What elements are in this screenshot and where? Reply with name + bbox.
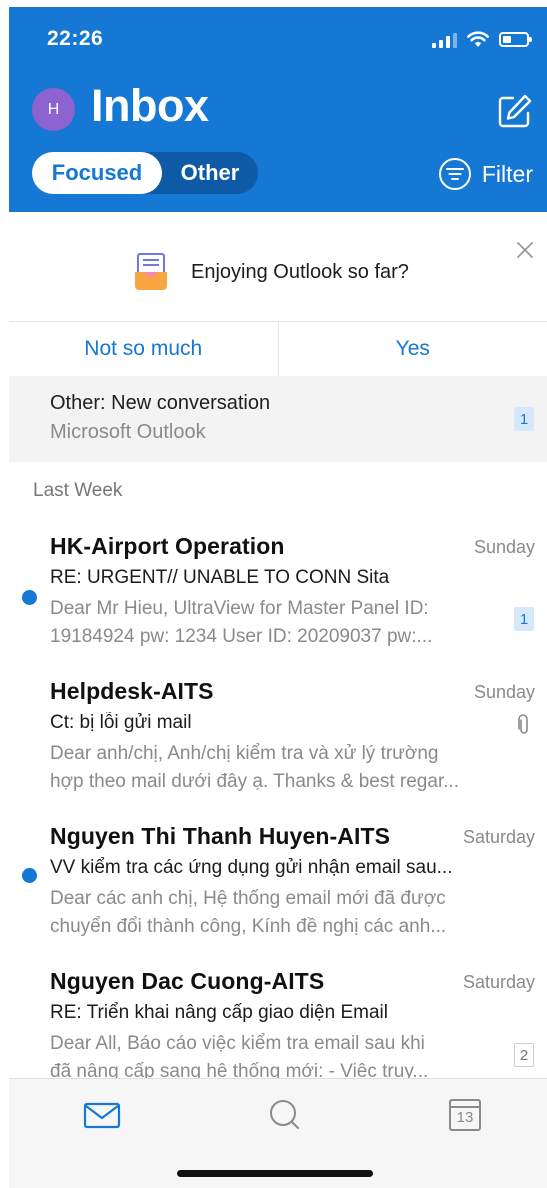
message-row[interactable]: Nguyen Thi Thanh Huyen-AITS Saturday VV … (9, 809, 547, 954)
other-conversation-title: Other: New conversation (50, 392, 271, 414)
wifi-icon (467, 31, 489, 47)
tab-focused[interactable]: Focused (32, 152, 162, 194)
close-icon[interactable] (515, 240, 535, 260)
message-subject: Ct: bị lỗi gửi mail (50, 712, 192, 733)
status-time: 22:26 (47, 27, 104, 50)
home-indicator[interactable] (177, 1170, 373, 1177)
message-sender: Helpdesk-AITS (50, 678, 214, 704)
page-title: Inbox (91, 80, 209, 131)
unread-count-badge: 1 (514, 407, 534, 431)
message-preview-line: Dear All, Báo cáo việc kiểm tra email sa… (50, 1033, 425, 1054)
message-preview-line: chuyển đổi thành công, Kính đề nghị các … (50, 916, 447, 937)
message-sender: HK-Airport Operation (50, 533, 285, 559)
calendar-icon[interactable]: 13 (447, 1097, 483, 1133)
feedback-card: Enjoying Outlook so far? Not so much Yes (9, 212, 547, 376)
filter-button[interactable]: Filter (438, 157, 533, 191)
message-preview: Dear các anh chị, Hệ thống email mới đã … (50, 885, 505, 941)
not-so-much-button[interactable]: Not so much (9, 322, 278, 376)
feedback-prompt: Enjoying Outlook so far? (133, 252, 409, 292)
message-preview-line: hợp theo mail dưới đây ạ. Thanks & best … (50, 771, 460, 792)
mail-icon[interactable] (82, 1097, 122, 1133)
other-conversation-sender: Microsoft Outlook (50, 421, 206, 443)
inbox-header: 22:26 H Inbox Focused Other Filter (9, 7, 547, 212)
message-date: Sunday (473, 682, 535, 702)
message-sender: Nguyen Thi Thanh Huyen-AITS (50, 823, 391, 849)
tab-other[interactable]: Other (162, 152, 258, 194)
message-date: Saturday (462, 972, 535, 992)
message-sender: Nguyen Dac Cuong-AITS (50, 968, 325, 994)
thread-count-badge: 1 (514, 607, 534, 631)
compose-icon[interactable] (497, 93, 533, 129)
calendar-day: 13 (456, 1109, 474, 1126)
unread-indicator (22, 590, 37, 605)
message-subject: RE: Triển khai nâng cấp giao diện Email (50, 1002, 388, 1023)
message-preview: Dear anh/chị, Anh/chị kiểm tra và xử lý … (50, 740, 505, 796)
yes-button[interactable]: Yes (277, 322, 547, 376)
inbox-tray-icon (135, 253, 167, 290)
message-preview: Dear Mr Hieu, UltraView for Master Panel… (50, 595, 505, 651)
message-date: Sunday (473, 537, 535, 557)
feedback-buttons: Not so much Yes (9, 321, 547, 376)
feedback-question: Enjoying Outlook so far? (191, 260, 409, 283)
battery-icon (499, 32, 532, 47)
search-icon[interactable] (265, 1097, 305, 1133)
inbox-segmented-control: Focused Other (32, 152, 258, 194)
message-subject: VV kiểm tra các ứng dụng gửi nhận email … (50, 857, 453, 878)
status-icons (432, 31, 532, 48)
unread-indicator (22, 868, 37, 883)
message-preview-line: Dear anh/chị, Anh/chị kiểm tra và xử lý … (50, 743, 439, 764)
message-row[interactable]: HK-Airport Operation Sunday RE: URGENT//… (9, 519, 547, 664)
cellular-signal-icon (432, 32, 457, 48)
app-frame: 22:26 H Inbox Focused Other Filter Enjoy… (9, 7, 547, 1188)
filter-label: Filter (481, 160, 533, 187)
message-preview-line: Dear các anh chị, Hệ thống email mới đã … (50, 888, 446, 909)
thread-count-badge: 2 (514, 1043, 534, 1067)
message-subject: RE: URGENT// UNABLE TO CONN Sita (50, 567, 390, 588)
message-row[interactable]: Helpdesk-AITS Sunday Ct: bị lỗi gửi mail… (9, 664, 547, 809)
section-header-last-week: Last Week (33, 480, 123, 501)
filter-icon (438, 158, 471, 190)
account-avatar[interactable]: H (32, 88, 75, 131)
message-date: Saturday (462, 827, 535, 847)
message-preview-line: 19184924 pw: 1234 User ID: 20209037 pw:.… (50, 626, 433, 647)
attachment-icon (518, 714, 528, 734)
other-new-conversation-row[interactable]: Other: New conversation Microsoft Outloo… (9, 376, 547, 462)
message-preview-line: Dear Mr Hieu, UltraView for Master Panel… (50, 598, 429, 619)
